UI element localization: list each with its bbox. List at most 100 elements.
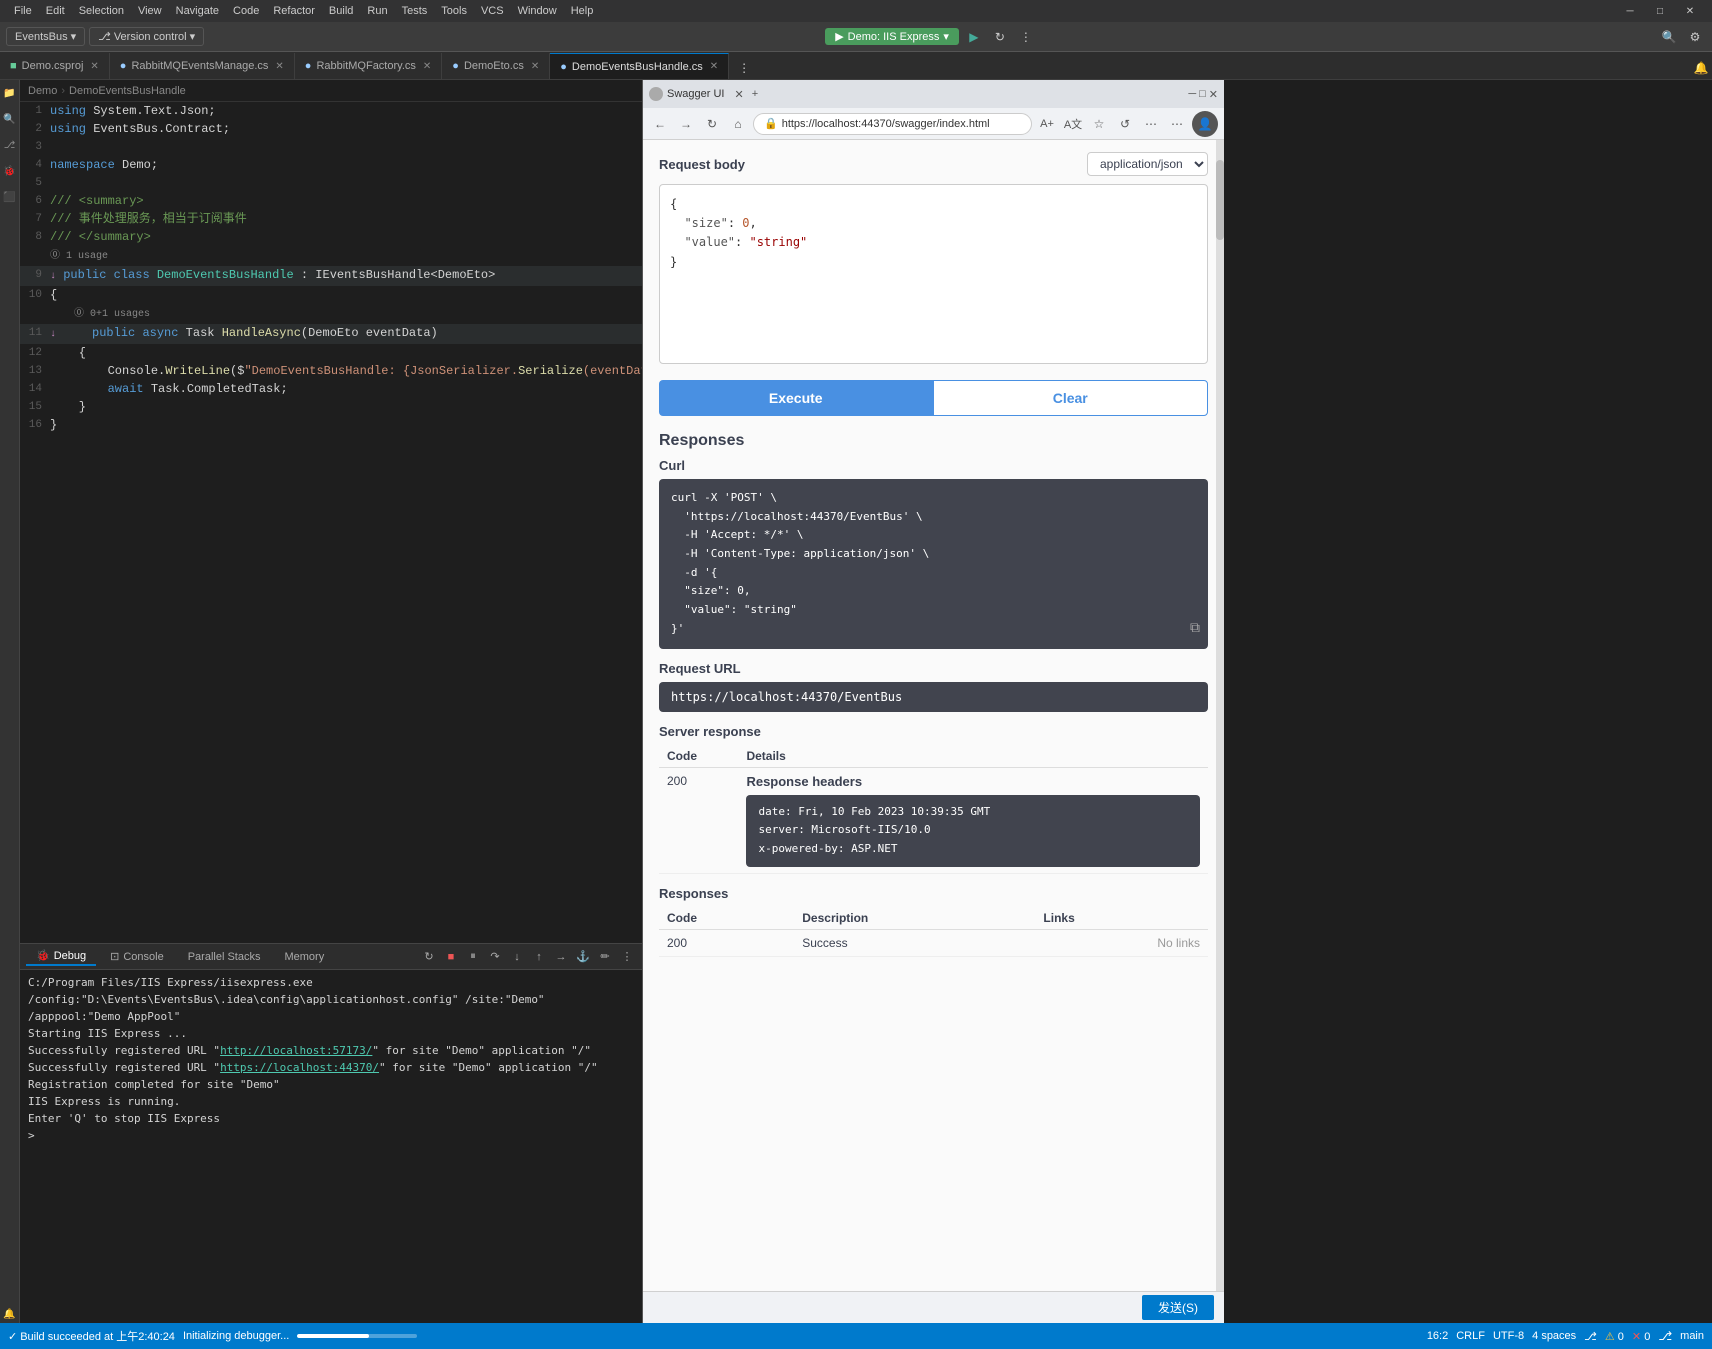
menu-edit[interactable]: Edit: [40, 3, 71, 19]
tab-demoeto[interactable]: ● DemoEto.cs ✕: [442, 53, 550, 79]
debug-toolbar-stop[interactable]: ■: [442, 948, 460, 966]
debug-activity-icon[interactable]: 🐞: [1, 162, 19, 180]
link-57173[interactable]: http://localhost:57173/: [220, 1042, 372, 1059]
close-btn[interactable]: ✕: [1676, 0, 1704, 22]
search-activity-icon[interactable]: 🔍: [1, 110, 19, 128]
build-status[interactable]: ✓ Build succeeded at 上午2:40:24: [8, 1328, 175, 1344]
profile-avatar[interactable]: 👤: [1192, 111, 1218, 137]
tab-close-icon-3[interactable]: ✕: [423, 61, 431, 72]
bookmark-btn[interactable]: ☆: [1088, 113, 1110, 135]
tab-close-icon[interactable]: ✕: [90, 61, 98, 72]
tab-demo-csproj[interactable]: ■ Demo.csproj ✕: [0, 53, 110, 79]
back-btn[interactable]: ←: [649, 113, 671, 135]
menu-refactor[interactable]: Refactor: [267, 3, 321, 19]
menu-selection[interactable]: Selection: [73, 3, 130, 19]
debug-toolbar-step-out[interactable]: ↑: [530, 948, 548, 966]
code-line-18: 16 }: [20, 416, 642, 434]
browser-maximize[interactable]: □: [1199, 88, 1206, 101]
copy-icon[interactable]: ⧉: [1190, 617, 1200, 641]
notifications-icon[interactable]: 🔔: [1, 1305, 19, 1323]
tab-close-icon-2[interactable]: ✕: [275, 61, 283, 72]
link-44370[interactable]: https://localhost:44370/: [220, 1059, 379, 1076]
debug-toolbar-step-into[interactable]: ↓: [508, 948, 526, 966]
debug-toolbar-more[interactable]: ⋮: [618, 948, 636, 966]
browser-close[interactable]: ✕: [1209, 88, 1218, 101]
explorer-icon[interactable]: 📁: [1, 84, 19, 102]
browser-minimize[interactable]: ─: [1188, 88, 1196, 101]
tab-close-icon-4[interactable]: ✕: [531, 61, 539, 72]
share-btn[interactable]: ⋯: [1140, 113, 1162, 135]
parallel-stacks-tab[interactable]: Parallel Stacks: [178, 949, 271, 965]
code-editor[interactable]: 1 using System.Text.Json; 2 using Events…: [20, 102, 642, 943]
more-actions-icon[interactable]: ⋮: [1015, 26, 1037, 48]
swagger-scroll-area[interactable]: Request body application/json { "size": …: [643, 140, 1224, 1291]
debug-toolbar-link[interactable]: ⚓: [574, 948, 592, 966]
breadcrumb-demo[interactable]: Demo: [28, 85, 57, 97]
notification-icon[interactable]: 🔔: [1690, 57, 1712, 79]
tab-rabbitmq-factory[interactable]: ● RabbitMQFactory.cs ✕: [295, 53, 442, 79]
debug-toolbar-refresh[interactable]: ↻: [420, 948, 438, 966]
send-button[interactable]: 发送(S): [1142, 1295, 1214, 1320]
breadcrumb-class[interactable]: DemoEventsBusHandle: [69, 85, 186, 97]
execute-button[interactable]: Execute: [659, 380, 933, 416]
charset[interactable]: UTF-8: [1493, 1330, 1524, 1342]
git-activity-icon[interactable]: ⎇: [1, 136, 19, 154]
debug-toolbar-settings[interactable]: ✏: [596, 948, 614, 966]
indent[interactable]: 4 spaces: [1532, 1330, 1576, 1342]
line-col[interactable]: 16:2: [1427, 1330, 1448, 1342]
run-btn[interactable]: ▶: [963, 26, 985, 48]
reload-btn[interactable]: ↻: [989, 26, 1011, 48]
debug-toolbar-pause[interactable]: ⏸: [464, 948, 482, 966]
translate-btn[interactable]: A文: [1062, 113, 1084, 135]
eol-type[interactable]: CRLF: [1456, 1330, 1485, 1342]
code-line-8: 8 /// </summary>: [20, 228, 642, 246]
debug-toolbar-step-over[interactable]: ↷: [486, 948, 504, 966]
menu-build[interactable]: Build: [323, 3, 359, 19]
refresh-btn[interactable]: ↺: [1114, 113, 1136, 135]
window-controls[interactable]: ─ □ ✕: [1616, 0, 1704, 22]
minimize-btn[interactable]: ─: [1616, 0, 1644, 22]
forward-btn[interactable]: →: [675, 113, 697, 135]
scrollbar-track[interactable]: [1216, 140, 1224, 1291]
tab-overflow-btn[interactable]: ⋮: [733, 57, 755, 79]
home-btn[interactable]: ⌂: [727, 113, 749, 135]
new-tab-icon[interactable]: +: [752, 88, 758, 100]
console-tab[interactable]: ⊡ Console: [100, 948, 174, 965]
menu-navigate[interactable]: Navigate: [170, 3, 225, 19]
menu-tests[interactable]: Tests: [396, 3, 434, 19]
menu-bar[interactable]: File Edit Selection View Navigate Code R…: [8, 3, 599, 19]
menu-window[interactable]: Window: [512, 3, 563, 19]
run-config-selector[interactable]: ▶ Demo: IIS Express ▾: [825, 28, 959, 45]
scrollbar-thumb[interactable]: [1216, 160, 1224, 240]
browser-more-btn[interactable]: ⋯: [1166, 113, 1188, 135]
reload-browser-btn[interactable]: ↻: [701, 113, 723, 135]
menu-view[interactable]: View: [132, 3, 168, 19]
debug-status-text: Initializing debugger...: [183, 1330, 289, 1342]
address-bar[interactable]: 🔒 https://localhost:44370/swagger/index.…: [753, 113, 1032, 135]
menu-code[interactable]: Code: [227, 3, 265, 19]
tab-rabbitmq-manage[interactable]: ● RabbitMQEventsManage.cs ✕: [110, 53, 295, 79]
extensions-activity-icon[interactable]: ⬛: [1, 188, 19, 206]
tab-demo-events-bus-handle[interactable]: ● DemoEventsBusHandle.cs ✕: [550, 53, 729, 79]
debug-tab[interactable]: 🐞 Debug: [26, 947, 96, 966]
menu-help[interactable]: Help: [565, 3, 600, 19]
version-control-btn[interactable]: ⎇ Version control ▾: [89, 27, 204, 46]
menu-file[interactable]: File: [8, 3, 38, 19]
content-type-select[interactable]: application/json: [1087, 152, 1208, 176]
debug-toolbar-run-to[interactable]: →: [552, 948, 570, 966]
search-icon[interactable]: 🔍: [1658, 26, 1680, 48]
zoom-in-btn[interactable]: A+: [1036, 113, 1058, 135]
menu-tools[interactable]: Tools: [435, 3, 473, 19]
project-selector[interactable]: EventsBus ▾: [6, 27, 85, 46]
clear-button[interactable]: Clear: [933, 380, 1209, 416]
tab-close-icon-5[interactable]: ✕: [710, 61, 718, 72]
request-body-editor[interactable]: { "size": 0, "value": "string" }: [659, 184, 1208, 364]
browser-tab-close[interactable]: ✕: [734, 88, 743, 101]
settings-icon[interactable]: ⚙: [1684, 26, 1706, 48]
memory-tab[interactable]: Memory: [274, 949, 334, 965]
menu-run[interactable]: Run: [361, 3, 393, 19]
menu-vcs[interactable]: VCS: [475, 3, 510, 19]
maximize-btn[interactable]: □: [1646, 0, 1674, 22]
browser-bottom-bar: 发送(S): [643, 1291, 1224, 1323]
tab-icon: ■: [10, 60, 17, 72]
